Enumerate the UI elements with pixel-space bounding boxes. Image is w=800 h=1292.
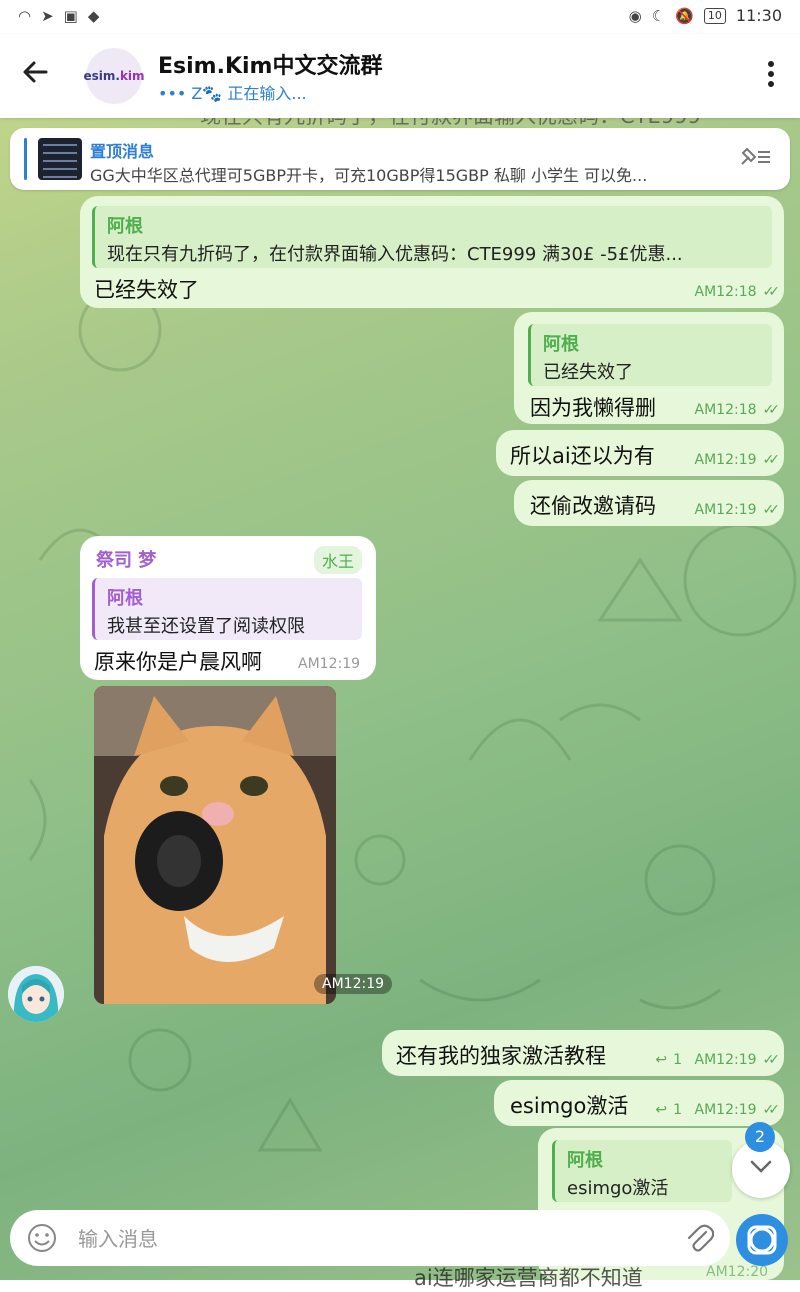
group-avatar[interactable]: esim.kim bbox=[83, 48, 145, 104]
sender-avatar[interactable] bbox=[8, 966, 64, 1022]
reply-text: 现在只有九折码了，在付款界面输入优惠码：CTE999 满30£ -5£优惠... bbox=[107, 244, 683, 265]
double-check-icon: ✓✓ bbox=[762, 402, 781, 418]
chevron-down-icon bbox=[749, 1156, 773, 1181]
reply-quote[interactable]: 阿根 已经失效了 bbox=[528, 324, 772, 386]
pinned-message-bar[interactable]: 置顶消息 GG大中华区总代理可5GBP开卡，可充10GBP得15GBP 私聊 小… bbox=[10, 128, 790, 190]
message-bubble-outgoing[interactable]: 阿根 现在只有九折码了，在付款界面输入优惠码：CTE999 满30£ -5£优惠… bbox=[80, 196, 784, 308]
reply-text: esimgo激活 bbox=[567, 1178, 669, 1199]
reply-count-icon: ↩ bbox=[655, 1102, 668, 1118]
reply-sender: 阿根 bbox=[107, 588, 143, 609]
message-meta: ↩ 1 AM12:19 ✓✓ bbox=[655, 1052, 781, 1068]
message-composer bbox=[10, 1210, 730, 1266]
message-text: 已经失效了 bbox=[94, 278, 199, 302]
reply-text: 我甚至还设置了阅读权限 bbox=[107, 616, 305, 637]
double-check-icon: ✓✓ bbox=[762, 452, 781, 468]
message-meta: AM12:19 ✓✓ bbox=[694, 452, 781, 468]
unpin-icon[interactable] bbox=[738, 146, 772, 173]
double-check-icon: ✓✓ bbox=[762, 284, 781, 300]
wifi-icon: ◠ bbox=[18, 7, 32, 25]
message-text-partial: ai连哪家运营商都不知道 bbox=[414, 1266, 643, 1290]
system-status-bar: ◠ ➤ ▣ ◆ ◉ ☾ 🔕 10 11:30 bbox=[0, 0, 800, 34]
clock: 11:30 bbox=[735, 6, 782, 25]
message-text: esimgo激活 bbox=[510, 1094, 629, 1118]
reply-count[interactable]: 1 bbox=[673, 1052, 682, 1068]
message-bubble-outgoing[interactable]: 还偷改邀请码 AM12:19 ✓✓ bbox=[514, 480, 784, 526]
message-meta: ↩ 1 AM12:19 ✓✓ bbox=[655, 1102, 781, 1118]
photo-time: AM12:19 bbox=[314, 974, 393, 994]
message-bubble-outgoing[interactable]: 阿根 已经失效了 因为我懒得删 AM12:18 ✓✓ bbox=[514, 312, 784, 424]
more-vert-icon[interactable] bbox=[766, 60, 776, 88]
message-text: 还有我的独家激活教程 bbox=[396, 1044, 606, 1068]
telegram-notification-icon: ➤ bbox=[41, 7, 54, 25]
emoji-icon[interactable] bbox=[26, 1222, 58, 1261]
message-meta: AM12:19 ✓✓ bbox=[694, 502, 781, 518]
double-check-icon: ✓✓ bbox=[762, 1102, 781, 1118]
cat-photo[interactable] bbox=[94, 686, 336, 1004]
back-arrow-icon[interactable] bbox=[20, 56, 56, 92]
reply-quote[interactable]: 阿根 现在只有九折码了，在付款界面输入优惠码：CTE999 满30£ -5£优惠… bbox=[92, 206, 772, 268]
pinned-indicator bbox=[24, 138, 27, 180]
qq-notification-icon: ◆ bbox=[87, 7, 100, 25]
message-time: AM12:19 bbox=[298, 656, 361, 672]
typing-status: ••• Z🐾 正在输入... bbox=[158, 84, 307, 103]
message-input[interactable] bbox=[76, 1220, 660, 1258]
eye-comfort-icon: ◉ bbox=[628, 6, 642, 25]
reply-count[interactable]: 1 bbox=[673, 1102, 682, 1118]
reply-sender: 阿根 bbox=[543, 334, 579, 355]
pinned-text: GG大中华区总代理可5GBP开卡，可充10GBP得15GBP 私聊 小学生 可以… bbox=[90, 166, 648, 185]
attach-icon[interactable] bbox=[684, 1222, 715, 1261]
group-avatar-text: esim.kim bbox=[83, 69, 145, 83]
camera-icon[interactable] bbox=[736, 1214, 788, 1266]
chat-title[interactable]: Esim.Kim中文交流群 bbox=[158, 48, 382, 80]
message-meta: AM12:18 ✓✓ bbox=[694, 284, 781, 300]
mute-icon: 🔕 bbox=[675, 6, 694, 25]
reply-quote[interactable]: 阿根 esimgo激活 bbox=[552, 1140, 732, 1202]
reply-sender: 阿根 bbox=[107, 216, 143, 237]
message-text: 因为我懒得删 bbox=[530, 396, 656, 420]
message-text: 所以ai还以为有 bbox=[510, 444, 655, 468]
sender-name[interactable]: 祭司 梦 bbox=[96, 546, 156, 572]
message-bubble-incoming[interactable]: 祭司 梦 水王 阿根 我甚至还设置了阅读权限 原来你是户晨风啊 AM12:19 bbox=[80, 536, 376, 680]
message-bubble-outgoing[interactable]: esimgo激活 ↩ 1 AM12:19 ✓✓ bbox=[494, 1080, 784, 1126]
message-meta: AM12:18 ✓✓ bbox=[694, 402, 781, 418]
message-text: 还偷改邀请码 bbox=[530, 494, 656, 518]
reply-count-icon: ↩ bbox=[655, 1052, 668, 1068]
reply-quote[interactable]: 阿根 我甚至还设置了阅读权限 bbox=[92, 578, 362, 640]
do-not-disturb-icon: ☾ bbox=[651, 6, 666, 25]
battery-icon: 10 bbox=[703, 7, 726, 24]
app-notification-icon: ▣ bbox=[63, 7, 78, 25]
chat-header: esim.kim Esim.Kim中文交流群 ••• Z🐾 正在输入... bbox=[0, 34, 800, 118]
pinned-thumbnail bbox=[38, 138, 82, 180]
double-check-icon: ✓✓ bbox=[762, 1052, 781, 1068]
member-tag: 水王 bbox=[313, 546, 362, 574]
message-bubble-outgoing[interactable]: 还有我的独家激活教程 ↩ 1 AM12:19 ✓✓ bbox=[382, 1030, 784, 1076]
message-text: 原来你是户晨风啊 bbox=[94, 650, 262, 674]
reply-text: 已经失效了 bbox=[543, 362, 633, 383]
message-bubble-outgoing[interactable]: 所以ai还以为有 AM12:19 ✓✓ bbox=[496, 430, 784, 476]
reply-sender: 阿根 bbox=[567, 1150, 603, 1171]
unread-count-badge: 2 bbox=[745, 1122, 775, 1152]
double-check-icon: ✓✓ bbox=[762, 502, 781, 518]
message-meta-partial: AM12:20 bbox=[706, 1264, 769, 1280]
pinned-title: 置顶消息 bbox=[90, 142, 155, 161]
typing-dots-icon: ••• bbox=[158, 84, 187, 103]
